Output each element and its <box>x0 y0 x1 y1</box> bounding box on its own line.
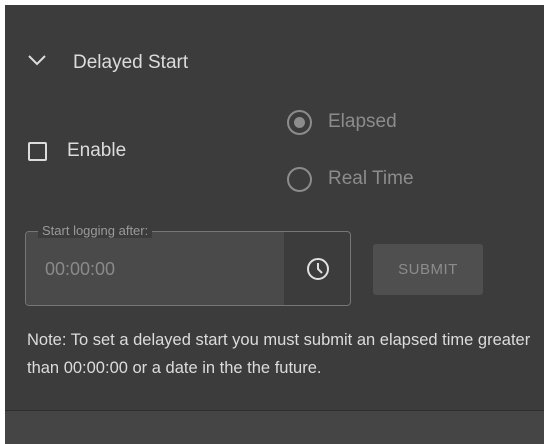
clock-icon[interactable] <box>303 254 333 284</box>
note-text: Note: To set a delayed start you must su… <box>27 331 531 377</box>
radio-real-time-circle[interactable] <box>287 167 312 192</box>
section-title: Delayed Start <box>73 52 189 73</box>
delayed-start-header[interactable]: Delayed Start <box>5 43 544 79</box>
start-logging-value: 00:00:00 <box>45 259 116 279</box>
radio-real-time-label: Real Time <box>328 168 414 189</box>
radio-elapsed-circle[interactable] <box>287 110 312 135</box>
enable-label: Enable <box>67 140 127 161</box>
delayed-start-panel: Delayed Start Enable Elapsed Real Time 0… <box>5 5 544 444</box>
radio-elapsed-label: Elapsed <box>328 111 397 132</box>
bottom-section-divider <box>5 410 544 444</box>
checkbox-box[interactable] <box>28 142 47 161</box>
start-logging-field: 00:00:00 Start logging after: <box>25 223 351 306</box>
start-logging-input[interactable]: 00:00:00 <box>26 232 284 305</box>
start-logging-label: Start logging after: <box>38 223 153 238</box>
chevron-down-icon <box>28 55 46 66</box>
submit-button[interactable]: SUBMIT <box>373 244 483 295</box>
